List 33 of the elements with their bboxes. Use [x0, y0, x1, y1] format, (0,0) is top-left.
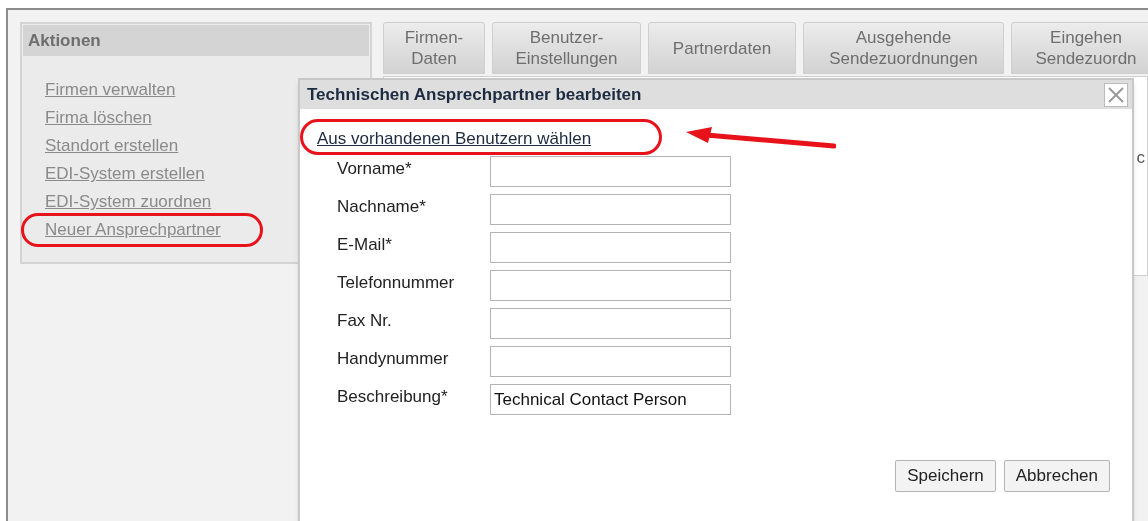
panel-header: Aktionen [23, 25, 369, 56]
input-field[interactable]: Technical Contact Person [490, 384, 731, 415]
input-field[interactable] [490, 194, 731, 225]
dialog-button[interactable]: Abbrechen [1003, 460, 1110, 492]
action-link[interactable]: EDI-System zuordnen [45, 189, 212, 215]
tab[interactable]: Firmen- Daten [383, 22, 485, 74]
input-field[interactable] [490, 156, 731, 187]
tab[interactable]: Eingehen Sendezuordn [1011, 22, 1148, 74]
action-link[interactable]: Neuer Ansprechpartner [45, 217, 221, 243]
close-icon [1107, 85, 1125, 104]
dialog-button[interactable]: Speichern [895, 460, 996, 492]
input-field[interactable] [490, 346, 731, 377]
field-label: Vorname* [337, 158, 413, 180]
action-link[interactable]: Firma löschen [45, 105, 152, 131]
field-label: Fax Nr. [337, 310, 393, 332]
close-button[interactable] [1104, 82, 1128, 107]
action-link[interactable]: Firmen verwalten [45, 77, 176, 103]
field-label: Telefonnummer [337, 272, 456, 294]
action-link[interactable]: Standort erstellen [45, 133, 179, 159]
tab[interactable]: Benutzer- Einstellungen [492, 22, 641, 74]
action-link[interactable]: EDI-System erstellen [45, 161, 205, 187]
field-label: Nachname* [337, 196, 427, 218]
choose-existing-user-link[interactable]: Aus vorhandenen Benutzern wählen [317, 129, 592, 148]
field-label: Beschreibung* [337, 386, 449, 408]
field-label: Handynummer [337, 348, 450, 370]
input-field[interactable] [490, 232, 731, 263]
tab[interactable]: Ausgehende Sendezuordnungen [803, 22, 1004, 74]
tab[interactable]: Partnerdaten [648, 22, 796, 74]
text-fragment: c [1136, 147, 1145, 169]
dialog-title: Technischen Ansprechpartner bearbeiten [307, 83, 642, 106]
field-label: E-Mail* [337, 234, 393, 256]
input-field[interactable] [490, 270, 731, 301]
input-field[interactable] [490, 308, 731, 339]
